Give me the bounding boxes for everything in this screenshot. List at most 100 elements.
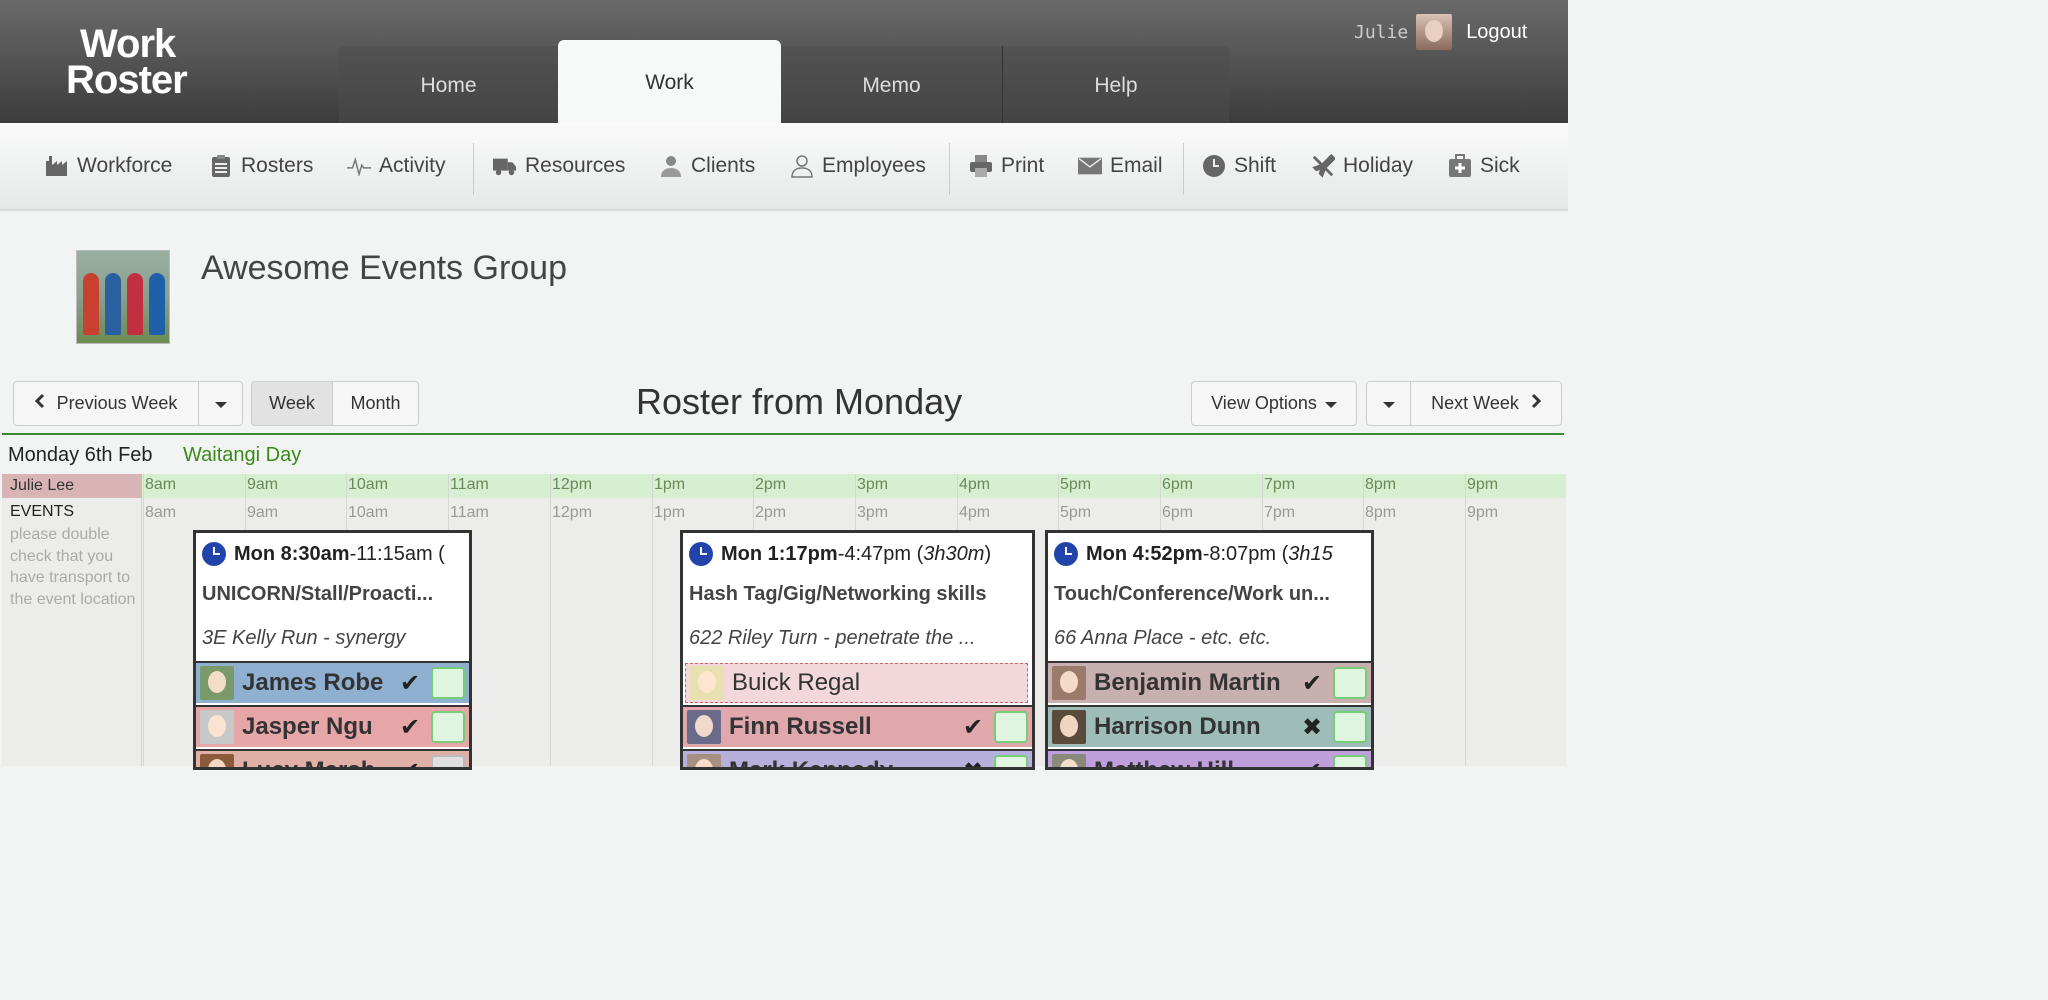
staff-row[interactable]: Finn Russell ✔	[683, 705, 1032, 747]
previous-dropdown-button[interactable]	[198, 381, 243, 426]
hour-label: 11am	[450, 476, 489, 493]
confirm-checkbox[interactable]	[1333, 667, 1367, 699]
staff-row[interactable]: James Robe ✔	[196, 661, 469, 703]
truck-icon	[493, 154, 517, 178]
staff-row[interactable]: Jasper Ngu ✔	[196, 705, 469, 747]
staff-name: Finn Russell	[729, 713, 872, 740]
sick-label: Sick	[1480, 154, 1520, 177]
logout-link[interactable]: Logout	[1466, 21, 1527, 44]
hour-label: 5pm	[1060, 504, 1092, 521]
tab-memo[interactable]: Memo	[781, 46, 1003, 123]
envelope-icon	[1078, 154, 1102, 178]
event-card[interactable]: Mon 4:52pm -8:07pm (3h15 Touch/Conference…	[1045, 530, 1374, 770]
roster-title: Roster from Monday	[636, 381, 963, 422]
week-view-button[interactable]: Week	[251, 381, 333, 426]
resources-button[interactable]: Resources	[493, 151, 625, 181]
tab-help[interactable]: Help	[1003, 46, 1229, 123]
staff-row[interactable]: Benjamin Martin ✔	[1048, 661, 1371, 703]
email-button[interactable]: Email	[1078, 151, 1163, 181]
logo-line2: Roster	[66, 58, 188, 102]
status-icon: ✔	[399, 713, 421, 741]
status-icon: ✔	[1297, 757, 1327, 768]
confirm-checkbox[interactable]	[1333, 755, 1367, 767]
hour-label: 7pm	[1264, 504, 1296, 521]
tab-home[interactable]: Home	[339, 46, 559, 123]
org-photo	[76, 250, 170, 344]
rosters-label: Rosters	[241, 154, 314, 177]
hour-label: 4pm	[959, 504, 991, 521]
event-card[interactable]: Mon 8:30am -11:15am ( UNICORN/Stall/Proac…	[193, 530, 472, 770]
event-time: Mon 4:52pm -8:07pm (3h15	[1054, 542, 1333, 566]
staff-name: Lucy Marsh	[242, 757, 395, 767]
medkit-icon	[1448, 154, 1472, 178]
clients-button[interactable]: Clients	[659, 151, 755, 181]
print-button[interactable]: Print	[969, 151, 1044, 181]
events-label: EVENTS	[10, 503, 75, 520]
event-title: UNICORN/Stall/Proacti...	[202, 583, 434, 605]
status-icon: ✖	[1301, 713, 1323, 741]
activity-icon	[347, 154, 371, 178]
confirm-checkbox[interactable]	[994, 755, 1028, 767]
hour-label: 8pm	[1365, 504, 1397, 521]
confirm-checkbox[interactable]	[431, 755, 465, 767]
app-logo[interactable]: Work Roster	[66, 24, 188, 102]
hour-label: 11am	[450, 504, 489, 521]
tab-help-label: Help	[1094, 73, 1138, 97]
confirm-checkbox[interactable]	[994, 711, 1028, 743]
event-location: 622 Riley Turn - penetrate the ...	[689, 627, 976, 649]
shift-button[interactable]: Shift	[1202, 151, 1276, 181]
status-icon: ✖	[958, 757, 988, 768]
confirm-checkbox[interactable]	[431, 667, 465, 699]
confirm-checkbox[interactable]	[1333, 711, 1367, 743]
sick-button[interactable]: Sick	[1448, 151, 1520, 181]
hour-label: 9am	[247, 476, 279, 493]
next-week-button[interactable]: Next Week	[1410, 381, 1562, 426]
holiday-label: Waitangi Day	[183, 444, 302, 466]
confirm-checkbox[interactable]	[431, 711, 465, 743]
staff-row[interactable]: Matthew Hill ✔	[1048, 749, 1371, 768]
staff-name: Matthew Hill	[1094, 757, 1297, 767]
holiday-button[interactable]: Holiday	[1311, 151, 1413, 181]
hour-gridline	[1465, 474, 1466, 766]
clock-icon	[202, 542, 226, 566]
hour-label: 2pm	[755, 476, 787, 493]
pineapple-icon	[690, 666, 724, 700]
event-time: Mon 8:30am -11:15am (	[202, 542, 445, 566]
hour-label: 3pm	[857, 476, 889, 493]
event-duration: 3h30m	[923, 542, 985, 565]
hour-label: 9pm	[1467, 476, 1499, 493]
employees-button[interactable]: Employees	[790, 151, 926, 181]
client-icon	[659, 154, 683, 178]
avatar	[1052, 666, 1086, 700]
user-avatar[interactable]	[1416, 14, 1453, 50]
month-view-button[interactable]: Month	[332, 381, 419, 426]
hour-gridline	[143, 474, 144, 766]
event-start: Mon 1:17pm	[721, 542, 838, 565]
activity-button[interactable]: Activity	[347, 151, 446, 181]
next-dropdown-button[interactable]	[1366, 381, 1411, 426]
toolbar-divider	[1183, 143, 1184, 195]
status-icon: ✔	[962, 713, 984, 741]
event-location: 66 Anna Place - etc. etc.	[1054, 627, 1272, 649]
org-title: Awesome Events Group	[201, 249, 567, 287]
hour-label: 8am	[145, 504, 177, 521]
staff-row[interactable]: Lucy Marsh ✔	[196, 749, 469, 767]
month-label: Month	[350, 393, 401, 413]
tab-home-label: Home	[420, 73, 477, 97]
toolbar: Workforce Rosters Activity Resources Cli…	[0, 123, 1568, 211]
previous-week-button[interactable]: Previous Week	[13, 381, 199, 426]
activity-label: Activity	[379, 154, 446, 177]
tab-work[interactable]: Work	[558, 40, 781, 123]
view-options-button[interactable]: View Options	[1191, 381, 1357, 426]
staff-row[interactable]: Harrison Dunn ✖	[1048, 705, 1371, 747]
rosters-button[interactable]: Rosters	[209, 151, 313, 181]
vehicle-row[interactable]: Buick Regal	[685, 663, 1028, 703]
event-card[interactable]: Mon 1:17pm -4:47pm (3h30m) Hash Tag/Gig/N…	[680, 530, 1035, 770]
workforce-button[interactable]: Workforce	[45, 151, 172, 181]
caret-down-icon	[1382, 393, 1395, 414]
workforce-label: Workforce	[77, 154, 173, 177]
owner-cell[interactable]: Julie Lee	[2, 474, 142, 498]
staff-row[interactable]: Mark Kennedy ✖	[683, 749, 1032, 768]
email-label: Email	[1110, 154, 1163, 177]
event-title: Hash Tag/Gig/Networking skills	[689, 583, 987, 605]
